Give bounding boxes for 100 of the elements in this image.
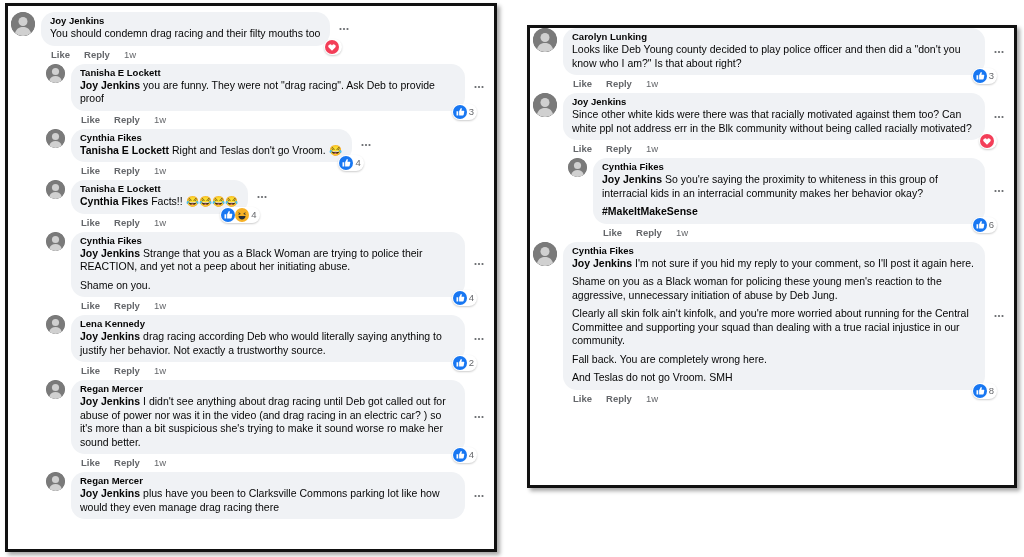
reply-link[interactable]: Reply xyxy=(636,226,662,239)
like-icon xyxy=(221,207,236,222)
reaction-count: 4 xyxy=(468,448,474,462)
avatar[interactable] xyxy=(46,231,65,251)
like-link[interactable]: Like xyxy=(573,143,592,155)
avatar[interactable] xyxy=(568,158,587,177)
like-icon xyxy=(452,356,467,370)
comment-text: Joy Jenkins drag racing according Deb who would literally saying anything to justify her behavior. Not exactly a trustworthy source. xyxy=(80,330,443,357)
reply-link[interactable]: Reply xyxy=(114,457,140,469)
reaction-badge[interactable] xyxy=(979,133,997,149)
like-link[interactable]: Like xyxy=(573,392,592,405)
laughing-face-icon xyxy=(235,207,250,222)
reply-link[interactable]: Reply xyxy=(606,392,632,405)
author-name[interactable]: Carolyn Lunking xyxy=(572,31,975,43)
reply-link[interactable]: Reply xyxy=(114,216,140,229)
reply-link[interactable]: Reply xyxy=(606,78,632,90)
avatar[interactable] xyxy=(46,472,65,491)
reaction-badge[interactable]: 4 xyxy=(220,206,260,223)
reply-link[interactable]: Reply xyxy=(606,143,632,155)
author-name[interactable]: Lena Kennedy xyxy=(80,318,455,330)
comment-text: Joy Jenkins you are funny. They were not "drag racing". Ask Deb to provide proof xyxy=(80,78,436,106)
author-name[interactable]: Regan Mercer xyxy=(80,383,455,395)
more-options-icon[interactable] xyxy=(994,114,1004,119)
reaction-badge[interactable] xyxy=(324,38,343,55)
reaction-badge[interactable]: 2 xyxy=(451,355,477,371)
timestamp[interactable]: 1w xyxy=(645,143,659,155)
timestamp[interactable]: 1w xyxy=(645,78,659,90)
avatar[interactable] xyxy=(46,63,65,83)
more-options-icon[interactable] xyxy=(994,49,1004,54)
comment-text: Joy Jenkins I'm not sure if you hid my reply to your comment, so I'll post it again here. Shame on you as a Black woman for policing these young men's reaction to the aggressive, unnecessary initiation of abuse by Deb Jung. Clearly all skin folk ain't kinfolk, and you're more worried about running for the Central Committee and supporting your squad than dealing with a true racial injustice in our community. Fall back. You are completely wrong here. And Teslas do not go Vroom. SMH xyxy=(572,256,975,385)
like-link[interactable]: Like xyxy=(51,48,70,61)
reaction-badge[interactable]: 4 xyxy=(338,155,364,171)
more-options-icon[interactable] xyxy=(994,188,1004,193)
timestamp[interactable]: 1w xyxy=(675,226,689,239)
more-options-icon[interactable] xyxy=(474,493,484,498)
like-icon xyxy=(452,448,467,462)
more-options-icon[interactable] xyxy=(474,262,484,267)
comment-text: Joy Jenkins I didn't see anything about drag racing until Deb got called out for abuse of power nor was it in the video (and drag racing in an electric car? ) so it's more than a bit suspicious she's trying to make it sound worse ro make her sound better. xyxy=(80,395,447,449)
like-icon xyxy=(452,104,467,119)
reply-link[interactable]: Reply xyxy=(84,48,110,61)
reaction-count: 4 xyxy=(355,156,361,170)
avatar[interactable] xyxy=(46,128,65,148)
like-link[interactable]: Like xyxy=(81,457,100,469)
more-options-icon[interactable] xyxy=(360,143,371,148)
timestamp[interactable]: 1w xyxy=(153,113,167,126)
more-options-icon[interactable] xyxy=(256,194,267,199)
like-link[interactable]: Like xyxy=(81,216,100,229)
reaction-count: 8 xyxy=(988,383,994,398)
more-options-icon[interactable] xyxy=(474,415,484,419)
reply-link[interactable]: Reply xyxy=(114,165,140,177)
avatar[interactable] xyxy=(11,12,35,36)
author-name[interactable]: Tanisha E Lockett xyxy=(80,66,455,79)
comment-text: Tanisha E Lockett Right and Teslas don't go Vroom. 😂 xyxy=(80,143,342,157)
avatar[interactable] xyxy=(533,241,557,266)
reply-link[interactable]: Reply xyxy=(114,113,140,126)
author-name[interactable]: Cynthia Fikes xyxy=(80,234,455,247)
comment-text: Joy Jenkins plus have you been to Clarksville Commons parking lot like how would they even manage drag racing there xyxy=(80,487,441,514)
like-link[interactable]: Like xyxy=(603,226,622,239)
timestamp[interactable]: 1w xyxy=(153,300,167,312)
author-name[interactable]: Joy Jenkins xyxy=(50,15,321,27)
more-options-icon[interactable] xyxy=(339,26,350,31)
more-options-icon[interactable] xyxy=(994,313,1004,318)
more-options-icon[interactable] xyxy=(474,85,484,89)
timestamp[interactable]: 1w xyxy=(153,165,167,177)
reaction-badge[interactable]: 3 xyxy=(451,103,477,120)
reaction-badge[interactable]: 4 xyxy=(451,447,477,463)
avatar[interactable] xyxy=(533,93,557,117)
author-name[interactable]: Cynthia Fikes xyxy=(572,244,975,257)
author-name[interactable]: Cynthia Fikes xyxy=(602,161,975,173)
like-icon xyxy=(339,156,354,170)
avatar[interactable] xyxy=(533,28,557,52)
avatar[interactable] xyxy=(46,180,65,199)
like-link[interactable]: Like xyxy=(573,78,592,90)
comment-text: Looks like Deb Young county decided to play police officer and then did a "don't you know who I am?" Is that about right? xyxy=(572,43,962,70)
reply-link[interactable]: Reply xyxy=(114,365,140,377)
reply-link[interactable]: Reply xyxy=(114,300,140,312)
comment-text: Cynthia Fikes Facts!! 😂😂😂😂 xyxy=(80,195,238,209)
reaction-badge[interactable]: 8 xyxy=(971,382,997,399)
reaction-count: 2 xyxy=(468,356,474,370)
comment-text: Since other white kids were there was that racially motivated against them too? Can white ppl not address err in the Blk community without being called racially motivated? xyxy=(572,108,973,135)
timestamp[interactable]: 1w xyxy=(123,48,137,61)
author-name[interactable]: Joy Jenkins xyxy=(572,96,975,108)
more-options-icon[interactable] xyxy=(474,336,484,341)
reaction-count: 3 xyxy=(468,104,474,119)
author-name[interactable]: Tanisha E Lockett xyxy=(80,183,238,195)
timestamp[interactable]: 1w xyxy=(645,392,659,405)
timestamp[interactable]: 1w xyxy=(153,457,167,469)
author-name[interactable]: Cynthia Fikes xyxy=(80,131,342,144)
reaction-badge[interactable]: 4 xyxy=(451,290,477,306)
like-link[interactable]: Like xyxy=(81,365,100,377)
reaction-badge[interactable]: 6 xyxy=(971,216,997,233)
timestamp[interactable]: 1w xyxy=(153,216,167,229)
timestamp[interactable]: 1w xyxy=(153,365,167,377)
avatar[interactable] xyxy=(46,315,65,334)
avatar[interactable] xyxy=(46,380,65,399)
author-name[interactable]: Regan Mercer xyxy=(80,475,455,487)
like-link[interactable]: Like xyxy=(81,300,100,312)
like-link[interactable]: Like xyxy=(81,113,100,126)
reaction-badge[interactable]: 3 xyxy=(971,68,997,84)
like-link[interactable]: Like xyxy=(81,165,100,177)
